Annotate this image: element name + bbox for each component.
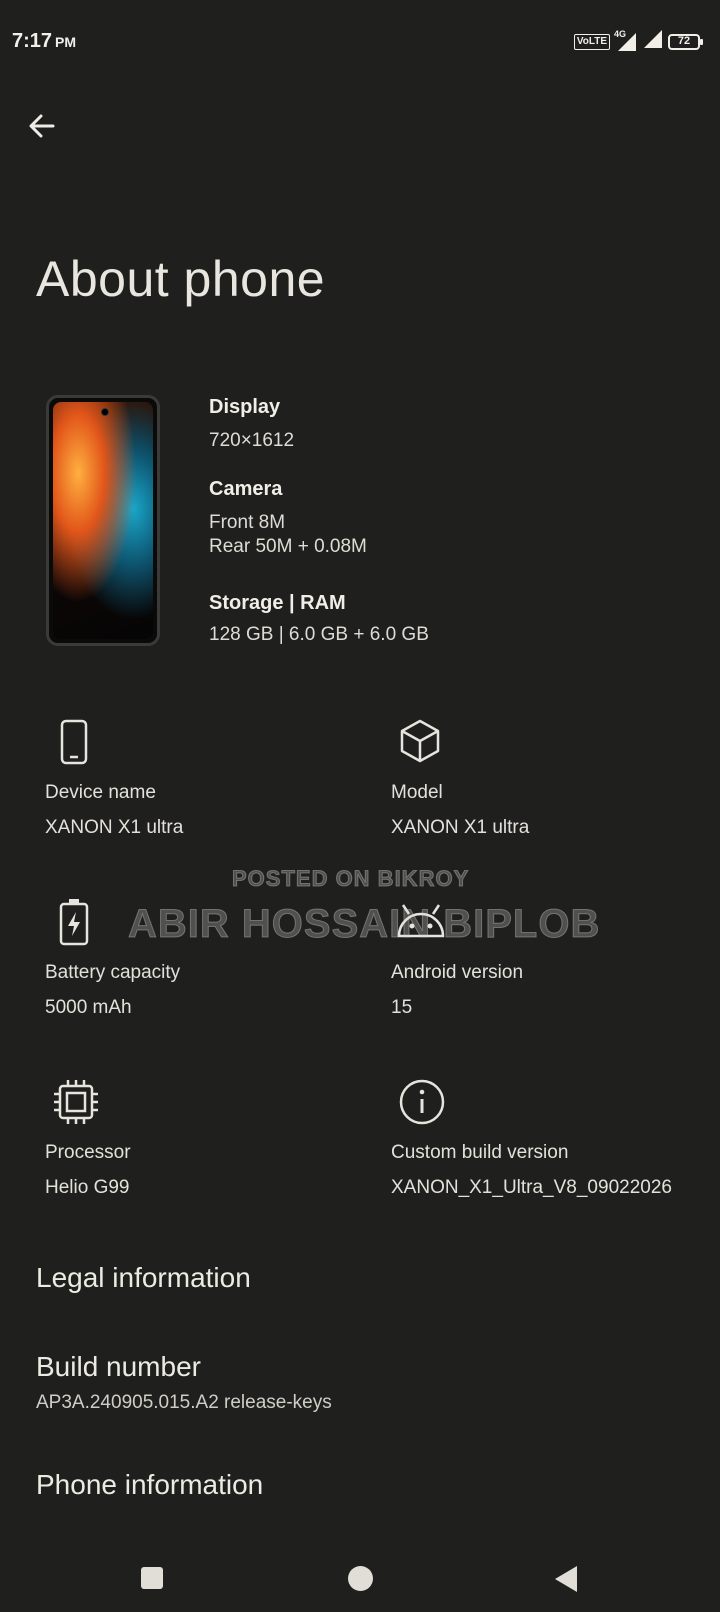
watermark-posted: POSTED ON BIKROY	[231, 866, 470, 892]
battery-level: 72	[677, 34, 691, 47]
phone-preview-image	[46, 395, 160, 646]
status-time: 7:17 PM	[12, 30, 76, 53]
storage-label: Storage | RAM	[209, 592, 346, 614]
build-number-value: AP3A.240905.015.A2 release-keys	[36, 1392, 332, 1413]
build-number-title: Build number	[36, 1351, 201, 1382]
battery-icon	[56, 898, 96, 946]
android-version-label: Android version	[391, 962, 524, 983]
device-name-value: XANON X1 ultra	[45, 817, 184, 838]
info-icon	[398, 1078, 445, 1125]
back-triangle-icon[interactable]	[555, 1566, 577, 1592]
front-camera-dot	[101, 408, 109, 416]
arrow-left-icon	[29, 114, 55, 138]
camera-label: Camera	[209, 478, 283, 500]
legal-information-item[interactable]: Legal information	[36, 1262, 251, 1294]
signal-4g-icon: 4G	[614, 29, 636, 51]
camera-front-value: Front 8M	[209, 512, 286, 533]
model-value: XANON X1 ultra	[391, 817, 530, 838]
volte-icon: VoLTE	[573, 33, 610, 50]
status-icons: VoLTE 4G 72	[573, 29, 703, 53]
battery-capacity-value: 5000 mAh	[45, 997, 132, 1018]
battery-status-icon: 72	[668, 33, 703, 50]
device-name-label: Device name	[45, 782, 156, 803]
storage-value: 128 GB | 6.0 GB + 6.0 GB	[209, 624, 429, 645]
ampm-text: PM	[55, 34, 77, 50]
android-version-value: 15	[391, 997, 413, 1018]
watermark-name: ABIR HOSSAIN BIPLOB	[127, 902, 601, 947]
wallpaper-image	[53, 402, 153, 639]
display-value: 720×1612	[209, 430, 295, 451]
chip-icon	[52, 1078, 98, 1124]
phone-information-item[interactable]: Phone information	[36, 1469, 263, 1501]
camera-rear-value: Rear 50M + 0.08M	[209, 536, 367, 557]
processor-value: Helio G99	[45, 1177, 130, 1198]
page-title: About phone	[36, 251, 326, 307]
signal-icon	[642, 30, 662, 53]
recents-square-icon[interactable]	[141, 1567, 163, 1589]
processor-label: Processor	[45, 1142, 131, 1163]
cube-icon	[398, 718, 440, 763]
custom-build-label: Custom build version	[391, 1142, 569, 1163]
home-circle-icon[interactable]	[348, 1566, 373, 1591]
navigation-bar	[0, 1500, 720, 1612]
custom-build-value: XANON_X1_Ultra_V8_09022026	[391, 1177, 672, 1198]
time-text: 7:17	[12, 30, 53, 52]
battery-capacity-label: Battery capacity	[45, 962, 181, 983]
display-label: Display	[209, 396, 281, 418]
network-type: 4G	[614, 28, 627, 39]
model-label: Model	[391, 782, 443, 803]
phone-icon	[54, 718, 94, 765]
back-button[interactable]	[24, 108, 60, 144]
